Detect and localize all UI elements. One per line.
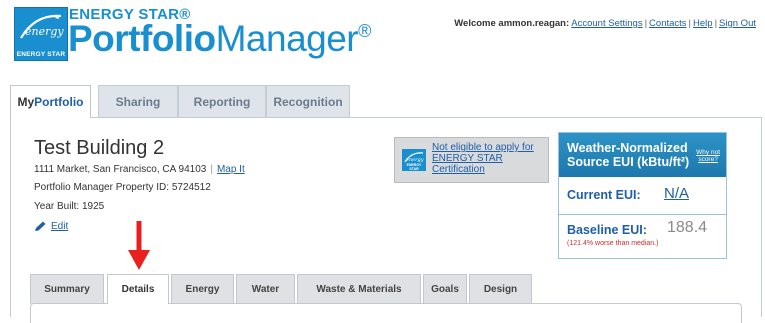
brand-portfolio-manager: PortfolioManager® [68, 18, 371, 60]
tab-prefix: My [17, 95, 35, 109]
tab-recognition[interactable]: Recognition [266, 85, 350, 117]
tab-waste-materials[interactable]: Waste & Materials [297, 274, 421, 304]
tab-label: Sharing [115, 94, 161, 109]
svg-text:energy: energy [25, 25, 64, 38]
eui-title-line2: Source EUI (kBtu/ft²) [567, 155, 690, 169]
eui-header: Weather-Normalized Source EUI (kBtu/ft²)… [559, 133, 726, 177]
separator: | [210, 164, 213, 175]
tab-design[interactable]: Design [469, 274, 532, 304]
energy-star-logo: energy ENERGY STAR [14, 7, 68, 61]
year-built: Year Built: 1925 [34, 201, 105, 212]
building-address: 1111 Market, San Francisco, CA 94103 [34, 164, 207, 175]
baseline-eui-note: (121.4% worse than median.) [567, 240, 659, 247]
current-eui-label: Current EUI: [567, 188, 641, 202]
tab-reporting[interactable]: Reporting [178, 85, 266, 117]
sign-out-link[interactable]: Sign Out [719, 18, 756, 29]
property-id: Portfolio Manager Property ID: 5724512 [34, 182, 211, 193]
baseline-eui-label: Baseline EUI: [567, 223, 647, 237]
tab-energy[interactable]: Energy [171, 274, 234, 304]
pencil-icon[interactable] [34, 221, 47, 232]
baseline-eui-value: 188.4 [667, 219, 708, 236]
certification-eligibility-box: energy ENERGY STAR Not eligible to apply… [394, 137, 549, 183]
map-it-link[interactable]: Map It [217, 164, 245, 175]
tab-label: Portfolio [34, 95, 84, 109]
tab-label: Energy [185, 284, 220, 295]
building-name: Test Building 2 [34, 137, 165, 159]
why-line1: Why not [696, 149, 720, 156]
eui-title: Weather-Normalized Source EUI (kBtu/ft²) [567, 141, 689, 169]
edit-link[interactable]: Edit [51, 221, 68, 232]
tab-summary[interactable]: Summary [30, 274, 104, 304]
account-settings-link[interactable]: Account Settings [571, 18, 642, 29]
tab-details[interactable]: Details [107, 274, 169, 304]
energy-star-logo-small: energy ENERGY STAR [402, 149, 426, 171]
red-arrow-down-icon [128, 221, 150, 270]
tab-label: Recognition [273, 94, 343, 109]
tab-label: Reporting [193, 94, 251, 109]
tab-label: Goals [431, 284, 459, 295]
tab-goals[interactable]: Goals [423, 274, 467, 304]
user-bar: Welcome ammon.reagan: Account Settings | C… [454, 18, 756, 29]
logo-text: ENERGY STAR [406, 163, 422, 171]
tab-label: Design [483, 284, 518, 295]
tab-water[interactable]: Water [236, 274, 295, 304]
eui-title-line1: Weather-Normalized [567, 141, 688, 155]
brand-word-bold: Portfolio [68, 18, 216, 59]
why-line2: score? [698, 156, 718, 163]
tab-label: Waste & Materials [316, 284, 402, 295]
current-eui-row: Current EUI: N/A [559, 177, 726, 215]
tab-label: Water [251, 284, 280, 295]
help-link[interactable]: Help [693, 18, 713, 29]
tab-sharing[interactable]: Sharing [98, 85, 178, 117]
why-not-score-link[interactable]: Why not score? [696, 149, 720, 163]
eui-box: Weather-Normalized Source EUI (kBtu/ft²)… [558, 132, 727, 259]
certification-eligibility-link[interactable]: Not eligible to apply for ENERGY STAR Ce… [432, 142, 546, 175]
tab-label: Summary [44, 284, 90, 295]
contacts-link[interactable]: Contacts [649, 18, 687, 29]
details-content-panel [30, 303, 742, 323]
current-eui-value[interactable]: N/A [664, 185, 689, 202]
tab-myportfolio[interactable]: My Portfolio [10, 85, 91, 118]
energy-star-swoosh-icon: energy [20, 14, 64, 39]
welcome-text: Welcome ammon.reagan: [454, 18, 570, 29]
tab-label: Details [121, 284, 155, 295]
baseline-eui-row: Baseline EUI: 188.4 (121.4% worse than m… [559, 215, 726, 258]
logo-text: ENERGY STAR [16, 51, 66, 58]
edit-control: Edit [34, 221, 68, 232]
brand-reg-mark: ® [358, 21, 371, 41]
building-address-line: 1111 Market, San Francisco, CA 94103 | Map… [34, 164, 245, 175]
brand-word-light: Manager [215, 18, 359, 59]
